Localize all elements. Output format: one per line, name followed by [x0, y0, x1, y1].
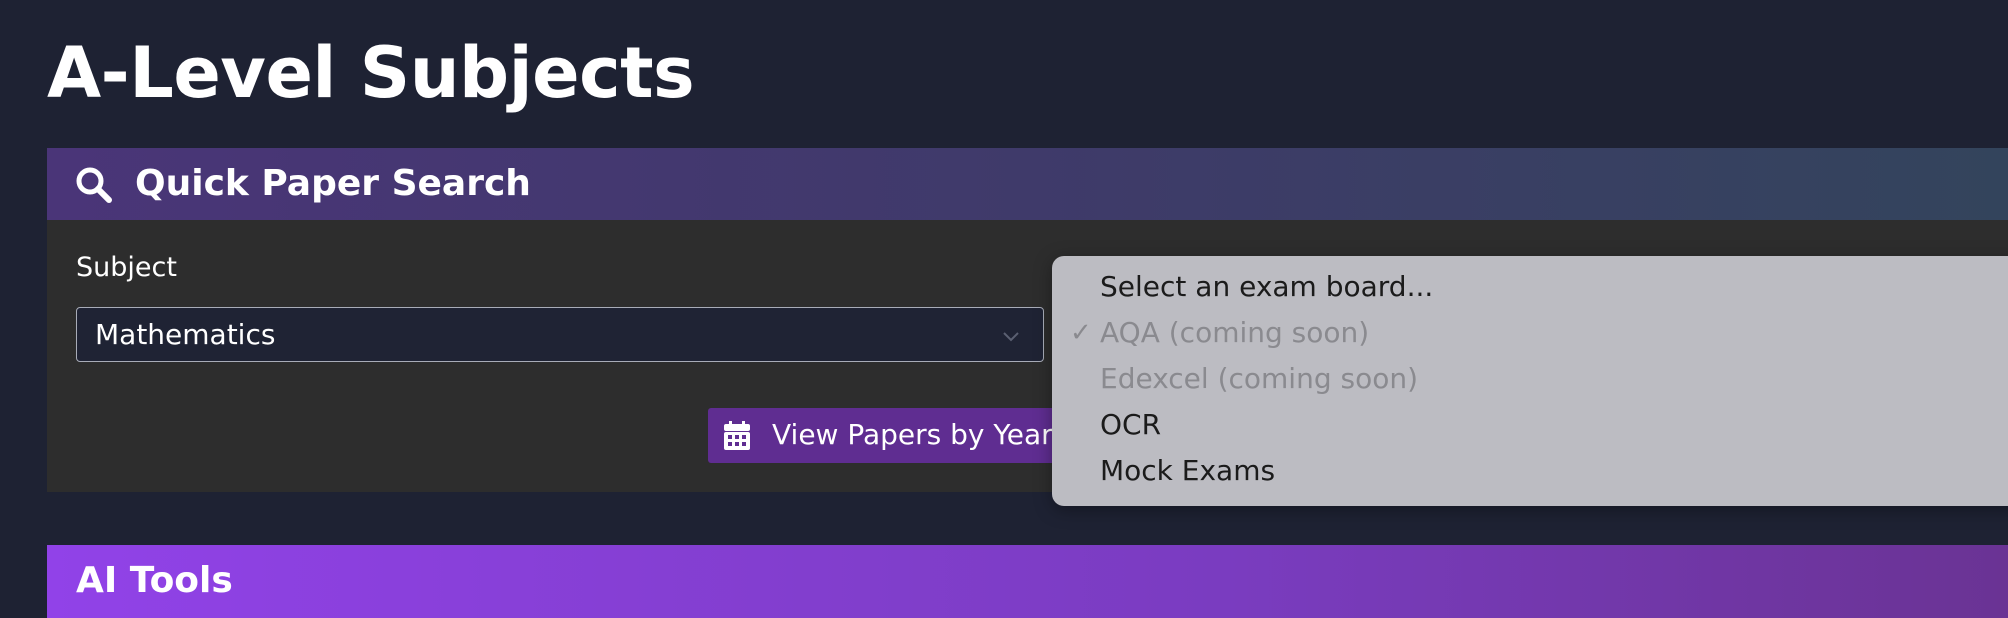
view-papers-by-year-label: View Papers by Year: [772, 418, 1053, 451]
subject-label: Subject: [76, 252, 177, 283]
dropdown-option-mock-exams[interactable]: Mock Exams: [1100, 454, 1275, 488]
ai-tools-card: AI Tools: [47, 545, 2008, 618]
page-title: A-Level Subjects: [47, 32, 695, 114]
subject-select-value: Mathematics: [95, 318, 276, 351]
dropdown-option-select-exam-board[interactable]: Select an exam board...: [1100, 270, 1433, 304]
view-papers-by-year-button[interactable]: View Papers by Year: [708, 408, 1102, 463]
exam-board-dropdown[interactable]: Select an exam board... ✓ AQA (coming so…: [1052, 256, 2008, 506]
check-icon: ✓: [1070, 318, 1092, 348]
chevron-down-icon: [1003, 332, 1019, 342]
search-icon: [76, 167, 112, 203]
ai-tools-title: AI Tools: [76, 560, 233, 601]
subject-select[interactable]: Mathematics: [76, 307, 1044, 362]
dropdown-option-edexcel: Edexcel (coming soon): [1100, 362, 1419, 395]
quick-paper-search-title: Quick Paper Search: [135, 163, 531, 204]
dropdown-option-ocr[interactable]: OCR: [1100, 408, 1161, 442]
quick-paper-search-header: Quick Paper Search: [47, 148, 2008, 220]
dropdown-option-aqa: AQA (coming soon): [1100, 316, 1370, 349]
calendar-icon: [724, 421, 750, 450]
